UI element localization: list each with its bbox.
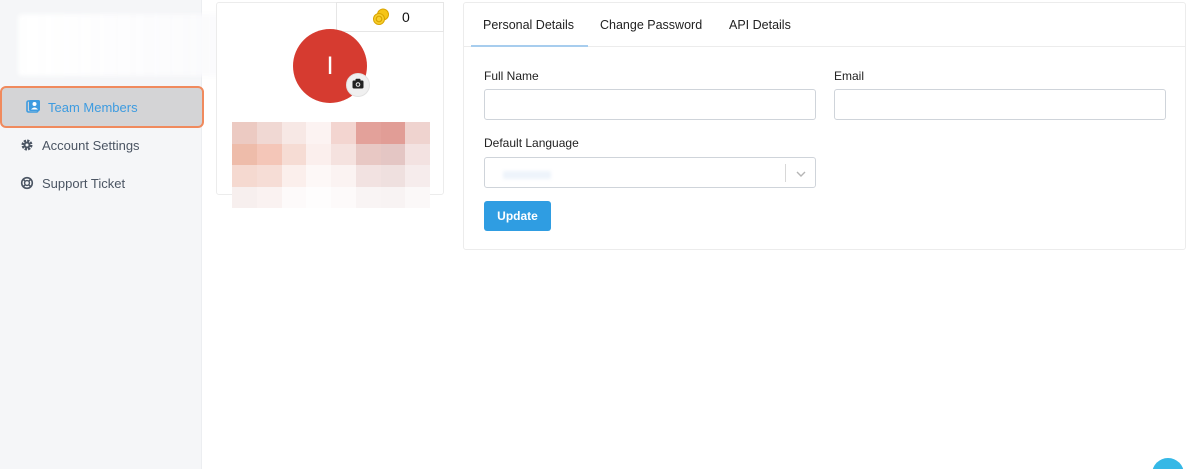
sidebar: Team Members Account Settings Support Ti… bbox=[0, 0, 236, 469]
chat-widget-button[interactable] bbox=[1152, 458, 1184, 469]
sidebar-item-team-members[interactable]: Team Members bbox=[0, 86, 204, 128]
change-photo-button[interactable] bbox=[346, 73, 370, 97]
camera-icon bbox=[352, 76, 364, 94]
email-input[interactable] bbox=[834, 89, 1166, 120]
coin-balance: 0 bbox=[336, 2, 444, 32]
team-members-icon bbox=[26, 100, 40, 114]
email-label: Email bbox=[834, 69, 865, 83]
selected-language-value bbox=[503, 171, 551, 179]
avatar-initial: I bbox=[326, 52, 334, 80]
default-language-select[interactable] bbox=[484, 157, 816, 188]
full-name-input[interactable] bbox=[484, 89, 816, 120]
sidebar-item-label: Support Ticket bbox=[42, 175, 126, 191]
sidebar-item-label: Team Members bbox=[48, 99, 138, 115]
update-button[interactable]: Update bbox=[484, 201, 551, 231]
default-language-label: Default Language bbox=[484, 136, 579, 150]
tab-change-password[interactable]: Change Password bbox=[600, 18, 702, 32]
tab-personal-details[interactable]: Personal Details bbox=[483, 18, 574, 32]
full-name-label: Full Name bbox=[484, 69, 539, 83]
lifebuoy-icon bbox=[20, 176, 34, 190]
select-divider bbox=[785, 164, 786, 182]
gear-icon bbox=[20, 138, 34, 152]
sidebar-item-support-ticket[interactable]: Support Ticket bbox=[0, 163, 204, 203]
chevron-down-icon bbox=[795, 167, 807, 179]
sidebar-item-label: Account Settings bbox=[42, 137, 140, 153]
sidebar-item-account-settings[interactable]: Account Settings bbox=[0, 125, 204, 165]
logo-placeholder bbox=[18, 14, 236, 76]
profile-settings-panel: Personal Details Change Password API Det… bbox=[463, 2, 1186, 250]
coin-count: 0 bbox=[402, 9, 410, 25]
active-tab-indicator bbox=[471, 45, 588, 47]
coins-icon bbox=[372, 8, 390, 26]
blurred-profile-info bbox=[232, 122, 430, 208]
tab-bar: Personal Details Change Password API Det… bbox=[464, 3, 1185, 47]
tab-api-details[interactable]: API Details bbox=[729, 18, 791, 32]
